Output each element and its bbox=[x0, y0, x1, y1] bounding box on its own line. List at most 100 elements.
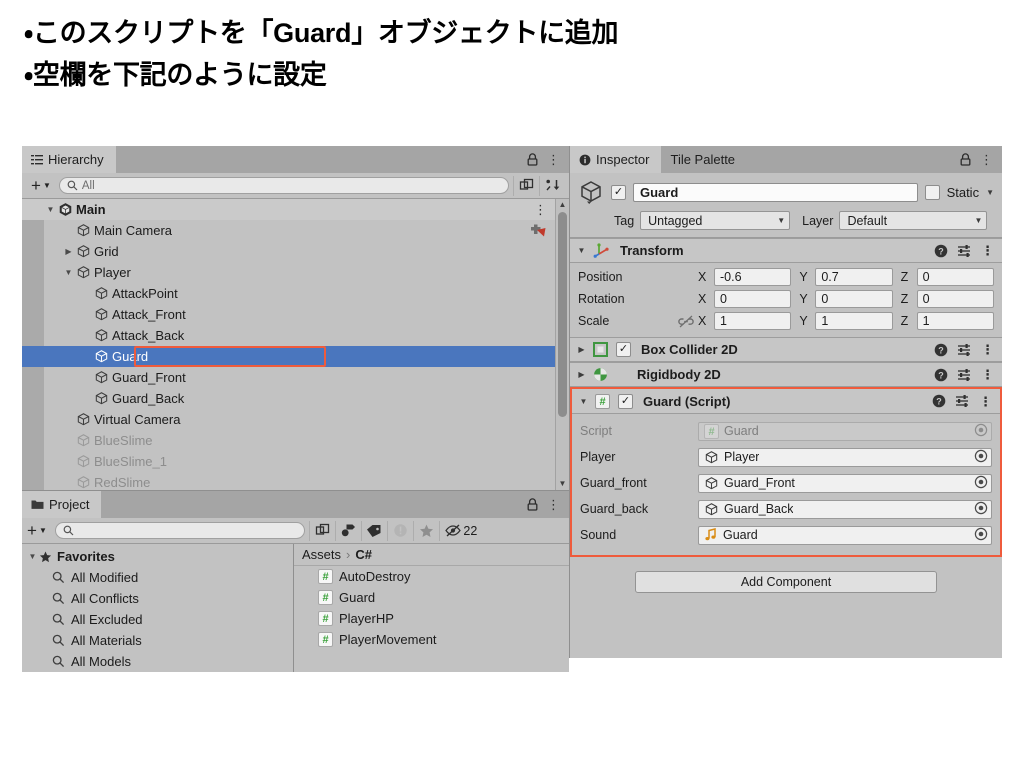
favorites-header[interactable]: ▼ Favorites bbox=[22, 546, 293, 567]
static-checkbox[interactable] bbox=[924, 184, 940, 200]
component-header-transform[interactable]: ▼ Transform ? ⋮ bbox=[570, 238, 1002, 263]
hierarchy-search-input[interactable]: All bbox=[58, 177, 509, 194]
tab-hierarchy[interactable]: Hierarchy bbox=[22, 146, 116, 173]
tag-dropdown[interactable]: Untagged ▼ bbox=[640, 211, 791, 230]
hierarchy-item-guard[interactable]: Guard bbox=[22, 346, 569, 367]
filter-by-type-icon[interactable] bbox=[334, 520, 361, 541]
kebab-menu-icon[interactable]: ⋮ bbox=[981, 343, 994, 356]
breadcrumb[interactable]: Assets › C# bbox=[294, 544, 569, 566]
chevron-right-icon[interactable]: ▶ bbox=[576, 345, 587, 354]
preset-icon[interactable] bbox=[957, 343, 972, 357]
hierarchy-tree[interactable]: ▼ Main ⋮ Main Camera ▶ Grid ▼ Player AttackPoint… bbox=[22, 199, 569, 490]
kebab-menu-icon[interactable]: ⋮ bbox=[981, 244, 994, 257]
scrollbar-thumb[interactable] bbox=[558, 212, 567, 417]
lock-icon[interactable] bbox=[527, 153, 538, 166]
help-icon[interactable]: ? bbox=[934, 244, 948, 258]
hierarchy-item-attack-back[interactable]: Attack_Back bbox=[22, 325, 569, 346]
transform-scale-y-field[interactable]: 1 bbox=[815, 312, 893, 330]
favorites-item-all-models[interactable]: All Models bbox=[22, 651, 293, 672]
kebab-menu-icon[interactable]: ⋮ bbox=[547, 498, 560, 511]
preset-icon[interactable] bbox=[957, 244, 972, 258]
project-search-input[interactable] bbox=[54, 522, 305, 539]
transform-position-y-field[interactable]: 0.7 bbox=[815, 268, 893, 286]
object-picker-icon[interactable] bbox=[974, 501, 988, 518]
asset-item-autodestroy[interactable]: # AutoDestroy bbox=[294, 566, 569, 587]
help-icon[interactable]: ? bbox=[932, 394, 946, 408]
hierarchy-item-player[interactable]: ▼ Player bbox=[22, 262, 569, 283]
hierarchy-item-grid[interactable]: ▶ Grid bbox=[22, 241, 569, 262]
add-component-button[interactable]: Add Component bbox=[635, 571, 937, 593]
transform-scale-z-field[interactable]: 1 bbox=[916, 312, 994, 330]
transform-rotation-y-field[interactable]: 0 bbox=[815, 290, 893, 308]
asset-list[interactable]: # AutoDestroy # Guard # PlayerHP # PlayerMoveme… bbox=[294, 566, 569, 650]
hierarchy-item-blueslime-1[interactable]: BlueSlime_1 bbox=[22, 451, 569, 472]
hidden-assets-toggle[interactable]: 22 bbox=[438, 520, 483, 541]
asset-item-playerhp[interactable]: # PlayerHP bbox=[294, 608, 569, 629]
star-icon[interactable] bbox=[412, 520, 439, 541]
box-collider-2d-enabled-checkbox[interactable]: ✓ bbox=[616, 342, 631, 357]
preset-icon[interactable] bbox=[955, 394, 970, 408]
chevron-down-icon[interactable]: ▼ bbox=[576, 246, 587, 255]
tab-tile-palette[interactable]: Tile Palette bbox=[661, 146, 748, 173]
chevron-down-icon[interactable]: ▼ bbox=[62, 268, 75, 277]
search-expand-icon[interactable] bbox=[308, 520, 335, 541]
lock-icon[interactable] bbox=[960, 153, 971, 166]
kebab-menu-icon[interactable]: ⋮ bbox=[980, 153, 993, 166]
help-icon[interactable]: ? bbox=[934, 368, 948, 382]
hierarchy-item-main-camera[interactable]: Main Camera bbox=[22, 220, 569, 241]
create-object-button[interactable]: + ▼ bbox=[26, 177, 55, 194]
guard-field-objectfield-sound[interactable]: Guard bbox=[698, 525, 992, 545]
chevron-right-icon[interactable]: ▶ bbox=[62, 247, 75, 256]
object-picker-icon[interactable] bbox=[974, 475, 988, 492]
transform-rotation-x-field[interactable]: 0 bbox=[714, 290, 792, 308]
component-header-rigidbody-2d[interactable]: ▶ Rigidbody 2D ? ⋮ bbox=[570, 362, 1002, 387]
kebab-menu-icon[interactable]: ⋮ bbox=[547, 153, 560, 166]
asset-item-playermovement[interactable]: # PlayerMovement bbox=[294, 629, 569, 650]
favorites-item-all-conflicts[interactable]: All Conflicts bbox=[22, 588, 293, 609]
favorites-item-all-excluded[interactable]: All Excluded bbox=[22, 609, 293, 630]
scroll-down-arrow-icon[interactable]: ▼ bbox=[559, 478, 567, 490]
kebab-menu-icon[interactable]: ⋮ bbox=[981, 368, 994, 381]
warning-icon[interactable] bbox=[386, 520, 413, 541]
guard-field-objectfield-player[interactable]: Player bbox=[698, 447, 992, 467]
object-picker-icon[interactable] bbox=[974, 449, 988, 466]
prefab-red-icon[interactable] bbox=[530, 223, 547, 238]
transform-position-x-field[interactable]: -0.6 bbox=[714, 268, 792, 286]
favorites-item-all-modified[interactable]: All Modified bbox=[22, 567, 293, 588]
gameobject-enabled-checkbox[interactable]: ✓ bbox=[611, 184, 626, 200]
hierarchy-item-attack-front[interactable]: Attack_Front bbox=[22, 304, 569, 325]
gameobject-name-field[interactable]: Guard bbox=[633, 182, 918, 202]
guard-field-objectfield-guard_back[interactable]: Guard_Back bbox=[698, 499, 992, 519]
hierarchy-item-blueslime[interactable]: BlueSlime bbox=[22, 430, 569, 451]
favorites-pane[interactable]: ▼ Favorites All Modified All Conflicts All… bbox=[22, 544, 294, 672]
object-picker-icon[interactable] bbox=[974, 527, 988, 544]
filter-by-label-icon[interactable] bbox=[360, 520, 387, 541]
chevron-down-icon[interactable]: ▼ bbox=[578, 397, 589, 406]
lock-icon[interactable] bbox=[527, 498, 538, 511]
tab-project[interactable]: Project bbox=[22, 491, 102, 518]
guard-script-enabled-checkbox[interactable]: ✓ bbox=[618, 393, 633, 409]
hierarchy-item-attackpoint[interactable]: AttackPoint bbox=[22, 283, 569, 304]
preset-icon[interactable] bbox=[957, 368, 972, 382]
tab-inspector[interactable]: Inspector bbox=[570, 146, 662, 173]
help-icon[interactable]: ? bbox=[934, 343, 948, 357]
hierarchy-item-main[interactable]: ▼ Main ⋮ bbox=[22, 199, 569, 220]
constrain-proportions-off-icon[interactable] bbox=[678, 315, 694, 328]
chevron-down-icon[interactable]: ▼ bbox=[44, 205, 57, 214]
search-expand-icon[interactable] bbox=[513, 175, 539, 196]
hierarchy-item-guard-back[interactable]: Guard_Back bbox=[22, 388, 569, 409]
create-asset-button[interactable]: + ▼ bbox=[22, 522, 51, 539]
breadcrumb-root[interactable]: Assets bbox=[302, 547, 341, 562]
static-dropdown-chevron-down-icon[interactable]: ▼ bbox=[986, 188, 994, 197]
hierarchy-item-redslime[interactable]: RedSlime bbox=[22, 472, 569, 490]
favorites-item-all-materials[interactable]: All Materials bbox=[22, 630, 293, 651]
layer-dropdown[interactable]: Default ▼ bbox=[839, 211, 988, 230]
hierarchy-scrollbar[interactable]: ▲ ▼ bbox=[555, 199, 569, 490]
chevron-right-icon[interactable]: ▶ bbox=[576, 370, 587, 379]
hierarchy-item-guard-front[interactable]: Guard_Front bbox=[22, 367, 569, 388]
kebab-menu-icon[interactable]: ⋮ bbox=[534, 203, 547, 216]
kebab-menu-icon[interactable]: ⋮ bbox=[979, 395, 992, 408]
component-header-box-collider-2d[interactable]: ▶ ✓ Box Collider 2D ? ⋮ bbox=[570, 337, 1002, 362]
guard-field-objectfield-guard_front[interactable]: Guard_Front bbox=[698, 473, 992, 493]
scroll-up-arrow-icon[interactable]: ▲ bbox=[559, 199, 567, 211]
